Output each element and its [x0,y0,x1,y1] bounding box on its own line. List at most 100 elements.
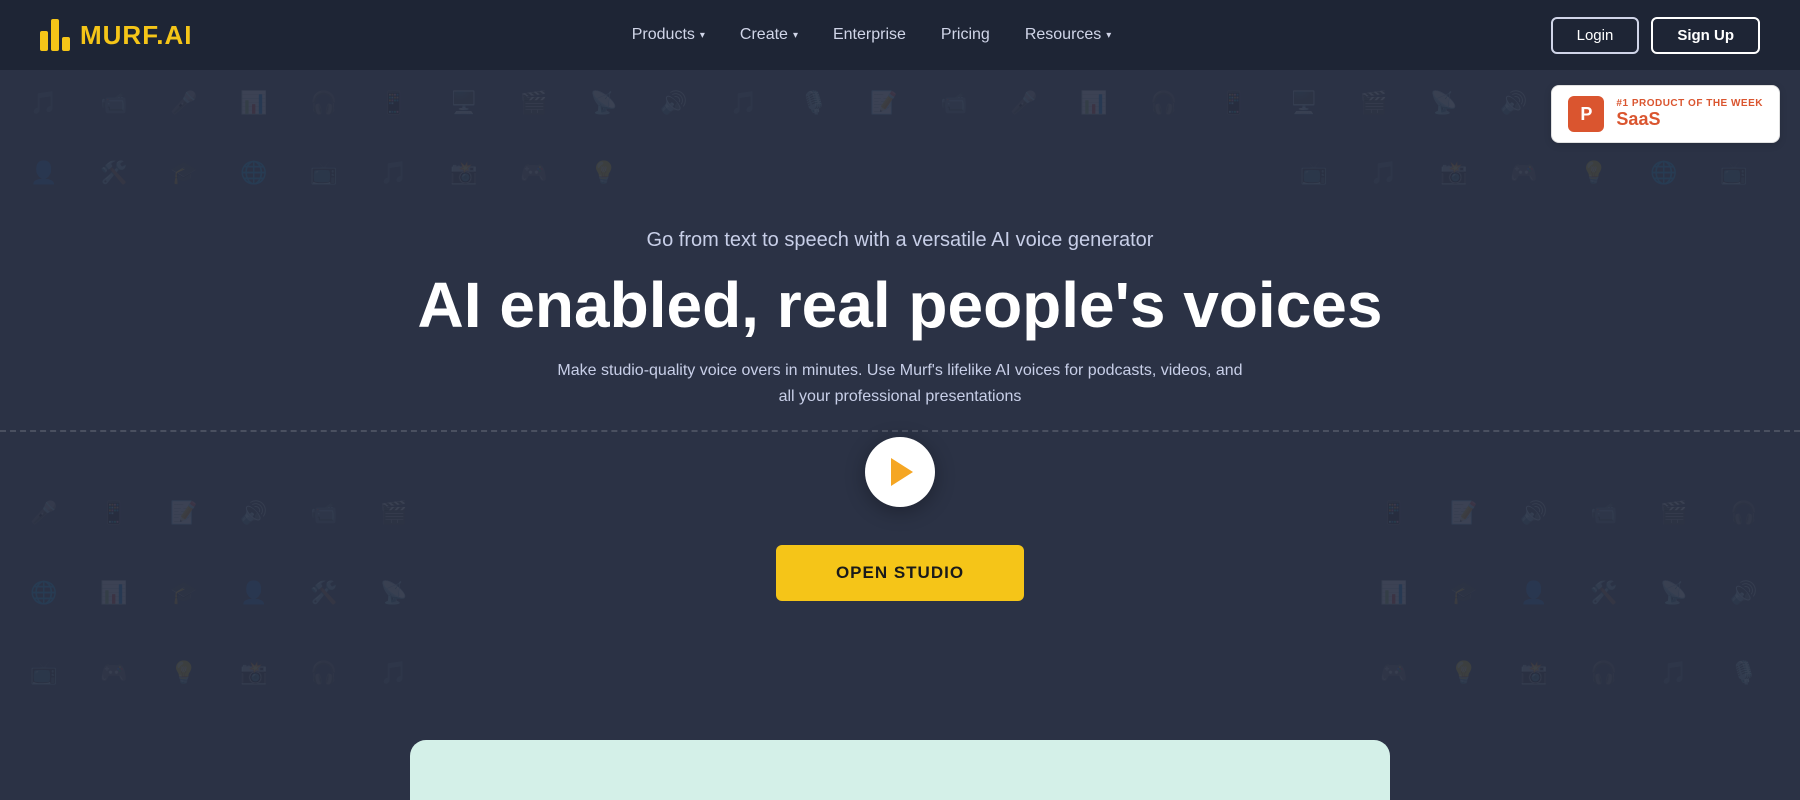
product-hunt-category: SaaS [1616,109,1763,130]
bg-icon: 🎵 [380,660,407,686]
nav-item-resources[interactable]: Resources ▾ [1025,26,1112,44]
chevron-down-icon: ▾ [793,30,798,41]
open-studio-button[interactable]: OPEN STUDIO [776,545,1024,601]
bg-icon: 🌐 [1650,160,1677,186]
product-hunt-label: #1 PRODUCT OF THE WEEK [1616,98,1763,109]
bg-icon: 📡 [1660,580,1687,606]
bg-icon: 📡 [380,580,407,606]
bg-icon: 📸 [450,160,477,186]
bg-icon: 🎧 [1150,90,1177,116]
bg-icon: 🎧 [1590,660,1617,686]
bg-icon: 🎧 [310,660,337,686]
product-hunt-badge[interactable]: P #1 PRODUCT OF THE WEEK SaaS [1551,85,1780,143]
bg-icon: 📊 [1380,580,1407,606]
logo-bar-3 [62,37,70,51]
bg-icon: 🔊 [1520,500,1547,526]
bg-icon: 📸 [240,660,267,686]
bg-icon: 🎧 [1730,500,1757,526]
bg-icon: 💡 [1580,160,1607,186]
hero-description: Make studio-quality voice overs in minut… [550,358,1250,409]
play-button[interactable] [865,437,935,507]
bg-icon: 🎤 [1010,90,1037,116]
hero-subtitle: Go from text to speech with a versatile … [647,229,1154,252]
bottom-section-peek [410,740,1390,800]
hero-title: AI enabled, real people's voices [418,270,1383,340]
nav-item-products[interactable]: Products ▾ [632,26,705,44]
bg-icon: 📝 [870,90,897,116]
bg-icon: 🎤 [170,90,197,116]
bg-icon: 🎵 [730,90,757,116]
bg-icon: 📡 [590,90,617,116]
bg-icon: 💡 [170,660,197,686]
chevron-down-icon: ▾ [700,30,705,41]
bg-icon: 🛠️ [310,580,337,606]
bg-icon: 📺 [310,160,337,186]
bg-icon: 🎵 [1660,660,1687,686]
bg-icon: 📹 [100,90,127,116]
bg-icon: 📝 [1450,500,1477,526]
bg-icon: 👤 [30,160,57,186]
bg-icon: 🎮 [1510,160,1537,186]
bg-icon: 🎙️ [1730,660,1757,686]
chevron-down-icon: ▾ [1106,30,1111,41]
bg-icon: 🔊 [660,90,687,116]
bg-icon: 🎤 [30,500,57,526]
bg-icon: 🎵 [380,160,407,186]
bg-icon: 🎬 [380,500,407,526]
bg-icon: 🛠️ [1590,580,1617,606]
bg-icon: 📺 [30,660,57,686]
logo-icon [40,19,70,51]
bg-icon: 📺 [1720,160,1747,186]
bg-icon: 🎓 [170,580,197,606]
hero-content: Go from text to speech with a versatile … [418,229,1383,602]
bg-icon: 🔊 [1730,580,1757,606]
bg-icon: 📸 [1520,660,1547,686]
bg-icon: 👤 [240,580,267,606]
bg-icon: 📊 [1080,90,1107,116]
bg-icon: 🎧 [310,90,337,116]
bg-icon: 📹 [310,500,337,526]
bg-icon: 👤 [1520,580,1547,606]
bg-icon: 🔊 [1500,90,1527,116]
nav-item-enterprise[interactable]: Enterprise [833,26,906,44]
login-button[interactable]: Login [1551,17,1640,54]
bg-icon: 🎮 [100,660,127,686]
play-button-wrap [865,437,935,507]
bg-icon: 💡 [1450,660,1477,686]
bg-icon: 🎮 [520,160,547,186]
bg-icon: 🎵 [1370,160,1397,186]
bg-icon: 🎵 [30,90,57,116]
logo-text: MURF.AI [80,20,192,51]
bg-icon: 📡 [1430,90,1457,116]
nav-item-pricing[interactable]: Pricing [941,26,990,44]
nav-item-create[interactable]: Create ▾ [740,26,798,44]
bg-icon: 🎬 [1660,500,1687,526]
product-hunt-logo: P [1568,96,1604,132]
bg-icon: 🎬 [1360,90,1387,116]
play-icon [891,458,913,486]
bg-icon: 🖥️ [450,90,477,116]
bg-icon: 📹 [1590,500,1617,526]
bg-icon: 🔊 [240,500,267,526]
signup-button[interactable]: Sign Up [1651,17,1760,54]
bg-icon: 🎙️ [800,90,827,116]
nav-actions: Login Sign Up [1551,17,1760,54]
bg-icon: 📱 [380,90,407,116]
product-hunt-info: #1 PRODUCT OF THE WEEK SaaS [1616,98,1763,130]
bg-icon: 📊 [100,580,127,606]
logo-bar-1 [40,31,48,51]
bg-icon: 🎓 [1450,580,1477,606]
bg-icon: 📱 [1220,90,1247,116]
logo-bar-2 [51,19,59,51]
nav-links: Products ▾ Create ▾ Enterprise Pricing R… [632,26,1112,44]
bg-icon: 🌐 [30,580,57,606]
logo[interactable]: MURF.AI [40,19,192,51]
logo-name: MURF [80,20,156,50]
navbar: MURF.AI Products ▾ Create ▾ Enterprise P… [0,0,1800,70]
logo-suffix: .AI [156,20,192,50]
bg-icon: 💡 [590,160,617,186]
bg-icon: 🖥️ [1290,90,1317,116]
bg-icon: 🛠️ [100,160,127,186]
bg-icon: 🎓 [170,160,197,186]
bg-icon: 📺 [1300,160,1327,186]
